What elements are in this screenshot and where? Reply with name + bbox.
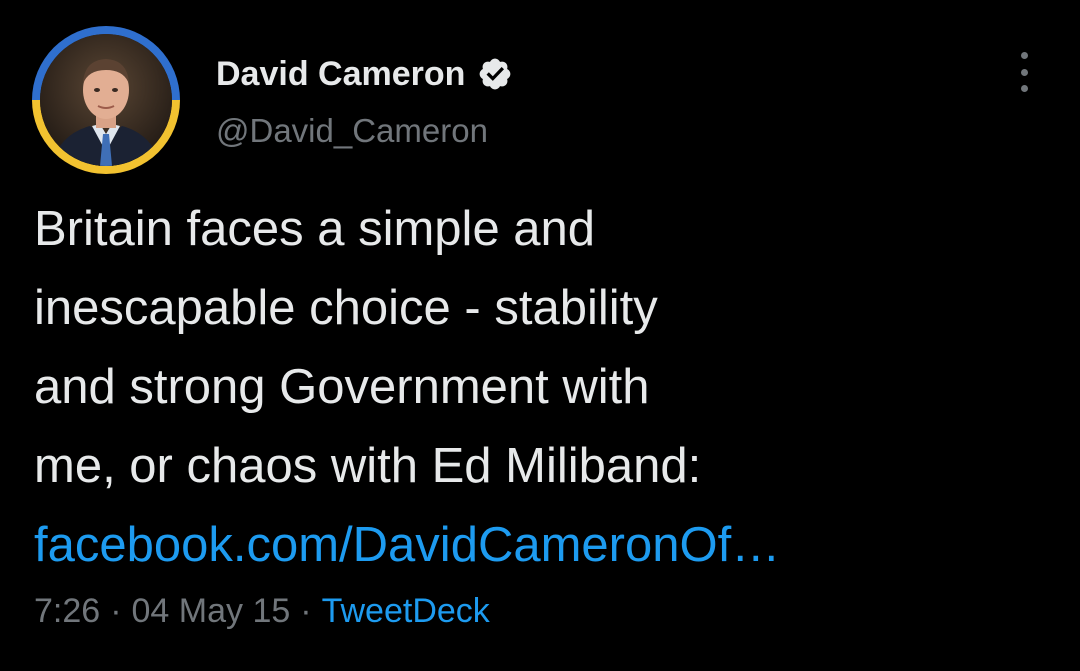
avatar-photo: [40, 34, 172, 166]
tweet-link[interactable]: facebook.com/DavidCameronOf…: [34, 506, 1044, 585]
tweet-text-line: inescapable choice - stability: [34, 281, 658, 335]
meta-separator: ·: [300, 592, 312, 630]
tweet-card: David Cameron @David_Cameron Britain fac…: [0, 0, 1080, 671]
tweet-text: Britain faces a simple and inescapable c…: [34, 190, 1044, 585]
tweet-date[interactable]: 04 May 15: [132, 592, 291, 630]
more-dot: [1020, 85, 1028, 92]
more-options-icon[interactable]: [1012, 52, 1036, 92]
tweet-time[interactable]: 7:26: [34, 592, 100, 630]
tweet-text-line: and strong Government with: [34, 360, 650, 414]
meta-separator: ·: [110, 592, 122, 630]
verified-badge-icon: [480, 58, 511, 90]
author-handle[interactable]: @David_Cameron: [216, 112, 488, 150]
author-display-name[interactable]: David Cameron: [216, 55, 465, 94]
avatar[interactable]: [32, 26, 180, 174]
author-name-row: David Cameron: [216, 50, 513, 98]
tweet-metadata: 7:26 · 04 May 15 · TweetDeck: [34, 592, 490, 631]
more-dot: [1020, 52, 1028, 59]
more-dot: [1020, 68, 1028, 76]
tweet-text-line: me, or chaos with Ed Miliband:: [34, 439, 702, 493]
tweet-text-line: Britain faces a simple and: [34, 202, 596, 256]
tweet-source[interactable]: TweetDeck: [322, 592, 490, 630]
